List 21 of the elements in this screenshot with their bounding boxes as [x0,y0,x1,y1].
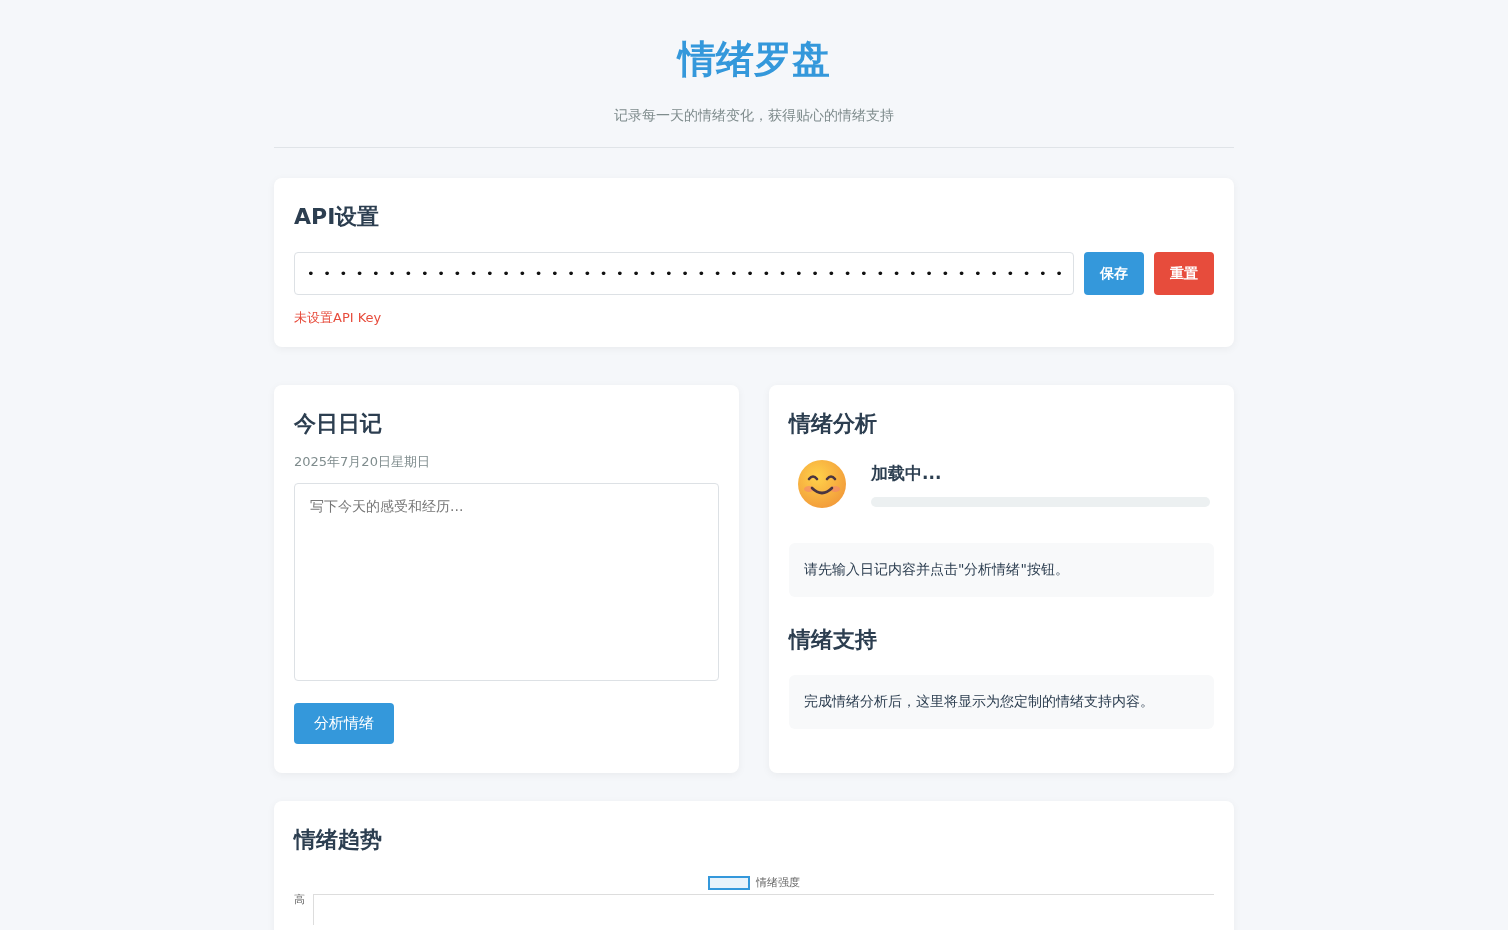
page-subtitle: 记录每一天的情绪变化，获得贴心的情绪支持 [614,107,894,125]
card-title: 情绪趋势 [294,826,383,854]
axis-label: 高 [294,892,305,907]
card-title: API设置 [294,203,381,231]
analyze-button[interactable]: 分析情绪 [294,703,394,744]
smiley-face-icon [797,459,847,509]
legend-swatch-icon [708,875,750,890]
analysis-message: 请先输入日记内容并点击"分析情绪"按钮。 [789,543,1214,597]
mood-label: 加载中... [871,461,943,485]
diary-input-field[interactable]: 写下今天的感受和经历... [294,483,719,681]
card-title: 今日日记 [294,410,383,438]
date-label: 2025年7月20日星期日 [294,453,431,471]
page-title: 情绪罗盘 [678,36,830,83]
save-button[interactable]: 保存 [1084,252,1144,295]
support-message: 完成情绪分析后，这里将显示为您定制的情绪支持内容。 [789,675,1214,729]
status-message: 未设置API Key [294,309,383,327]
card-title: 情绪支持 [789,626,878,654]
reset-button[interactable]: 重置 [1154,252,1214,295]
card-title: 情绪分析 [789,410,878,438]
legend-label: 情绪强度 [756,875,800,890]
api-key-field[interactable]: ••••••••••••••••••••••••••••••••••••••••••••••• [294,252,1074,295]
